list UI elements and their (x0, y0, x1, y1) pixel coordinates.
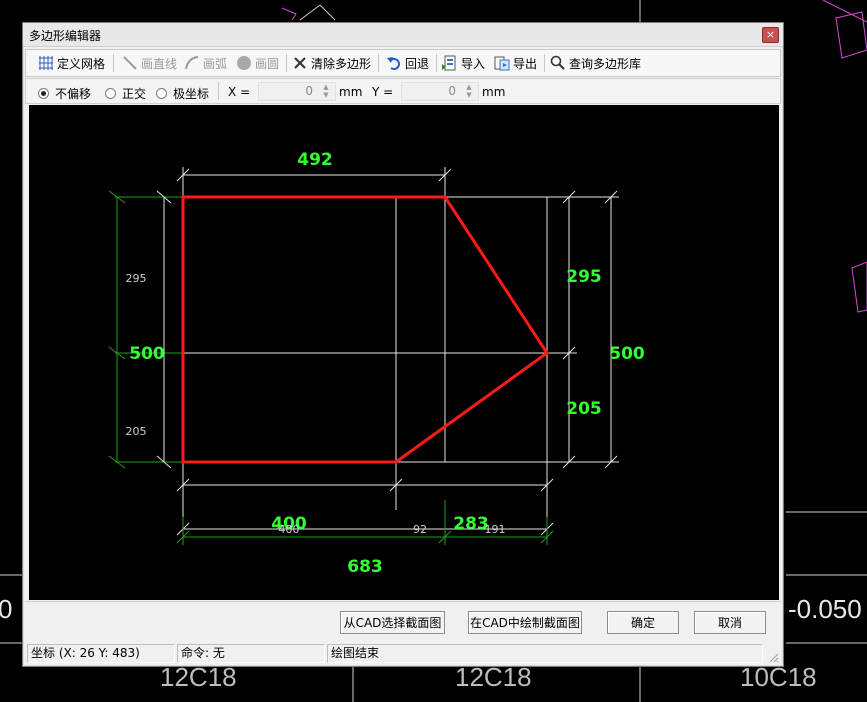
x-spinner-arrows[interactable]: ▲ ▼ (321, 83, 331, 99)
radio-dot (105, 88, 116, 99)
select-from-cad-button[interactable]: 从CAD选择截面图 (340, 611, 445, 634)
draw-line-label: 画直线 (141, 56, 178, 71)
dim-small-left-upper: 295 (126, 272, 147, 285)
arc-tool-icon (184, 55, 200, 71)
define-grid-label: 定义网格 (57, 56, 106, 71)
dim-left: 500 (129, 344, 165, 364)
y-spinner-arrows[interactable]: ▲ ▼ (464, 83, 474, 99)
x-mark-icon (292, 55, 308, 71)
undo-icon (386, 55, 402, 71)
close-icon: × (765, 28, 776, 41)
y-value: 0 (448, 84, 456, 98)
cad-workspace: 0 -0.050 12C18 12C18 10C18 多边形编辑器 × 定义网格… (0, 0, 867, 702)
magnifier-icon (550, 55, 566, 71)
polygon-editor-dialog: 多边形编辑器 × 定义网格 画直线 画弧 画圆 清除多边形 回退 导入 导出 查… (22, 22, 784, 667)
bg-label-elevation: -0.050 (788, 594, 862, 624)
x-input[interactable]: 0 ▲ ▼ (258, 82, 336, 101)
ok-button[interactable]: 确定 (607, 611, 679, 634)
radio-no-offset[interactable]: 不偏移 (38, 85, 91, 102)
left-inner-dimension (156, 190, 172, 469)
drawing-canvas[interactable]: 492 500 295 205 500 400 283 683 295 205 … (29, 105, 779, 600)
dim-small-bottom-c: 191 (485, 523, 506, 536)
toolbar-separator (286, 54, 287, 72)
draw-circle-button[interactable]: 画圆 (236, 52, 279, 74)
y-input[interactable]: 0 ▲ ▼ (401, 82, 479, 101)
undo-button[interactable]: 回退 (386, 52, 429, 74)
window-title: 多边形编辑器 (29, 29, 102, 43)
x-label: X = (228, 85, 251, 99)
clear-polygon-label: 清除多边形 (311, 56, 372, 71)
toolbar-separator (218, 82, 219, 100)
radio-orthogonal-label: 正交 (122, 87, 147, 101)
polygon-drawing[interactable]: 492 500 295 205 500 400 283 683 295 205 … (29, 105, 779, 600)
undo-label: 回退 (405, 56, 430, 71)
import-button[interactable]: 导入 (442, 52, 485, 74)
close-button[interactable]: × (762, 27, 779, 43)
toolbar-separator (378, 54, 379, 72)
radio-orthogonal[interactable]: 正交 (105, 85, 146, 102)
circle-tool-icon (236, 55, 252, 71)
grid-lines (183, 196, 548, 463)
x-value: 0 (305, 84, 313, 98)
status-command: 命令: 无 (177, 644, 325, 663)
radio-no-offset-label: 不偏移 (55, 87, 92, 101)
export-icon (494, 55, 510, 71)
dim-right-lower: 205 (566, 399, 602, 419)
radio-polar[interactable]: 极坐标 (156, 85, 209, 102)
draw-arc-label: 画弧 (203, 56, 228, 71)
cancel-button[interactable]: 取消 (694, 611, 766, 634)
import-icon (442, 55, 458, 71)
x-unit: mm (339, 85, 363, 99)
status-message: 绘图结束 (327, 644, 763, 663)
dim-bottom-total: 683 (347, 557, 383, 577)
export-button[interactable]: 导出 (494, 52, 537, 74)
dim-right-outer: 500 (609, 344, 645, 364)
dim-small-left-lower: 205 (126, 425, 147, 438)
query-library-button[interactable]: 查询多边形库 (550, 52, 641, 74)
dim-small-bottom-a: 400 (279, 523, 300, 536)
grid-icon (38, 55, 54, 71)
dialog-button-bar: 从CAD选择截面图 在CAD中绘制截面图 确定 取消 (25, 601, 781, 641)
define-grid-button[interactable]: 定义网格 (38, 52, 105, 74)
dim-bottom-right: 283 (453, 514, 489, 534)
draw-circle-label: 画圆 (255, 56, 280, 71)
dim-top: 492 (297, 150, 333, 170)
radio-polar-label: 极坐标 (173, 87, 210, 101)
snap-toolbar: 不偏移 正交 极坐标 X = 0 ▲ ▼ mm Y = 0 ▲ ▼ mm (25, 78, 781, 104)
y-unit: mm (482, 85, 506, 99)
draw-line-button[interactable]: 画直线 (122, 52, 177, 74)
toolbar-separator (113, 54, 114, 72)
radio-dot (38, 88, 49, 99)
status-coordinates: 坐标 (X: 26 Y: 483) (27, 644, 175, 663)
dim-right-upper: 295 (566, 267, 602, 287)
section-polygon[interactable] (181, 195, 550, 464)
line-tool-icon (122, 55, 138, 71)
resize-grip-icon[interactable] (767, 651, 779, 663)
top-dimension (176, 167, 452, 197)
export-label: 导出 (513, 56, 538, 71)
query-library-label: 查询多边形库 (569, 56, 642, 71)
dim-small-bottom-b: 92 (413, 523, 427, 536)
toolbar-separator (436, 54, 437, 72)
title-bar[interactable]: 多边形编辑器 × (23, 23, 783, 47)
y-label: Y = (372, 85, 394, 99)
toolbar-separator (544, 54, 545, 72)
import-label: 导入 (461, 56, 486, 71)
right-dimensions (547, 190, 619, 469)
draw-in-cad-button[interactable]: 在CAD中绘制截面图 (468, 611, 582, 634)
draw-arc-button[interactable]: 画弧 (184, 52, 227, 74)
clear-polygon-button[interactable]: 清除多边形 (292, 52, 371, 74)
radio-dot (156, 88, 167, 99)
main-toolbar: 定义网格 画直线 画弧 画圆 清除多边形 回退 导入 导出 查询多边形库 (25, 49, 781, 77)
status-bar: 坐标 (X: 26 Y: 483) 命令: 无 绘图结束 (25, 643, 781, 665)
bg-label-zero: 0 (0, 594, 13, 624)
